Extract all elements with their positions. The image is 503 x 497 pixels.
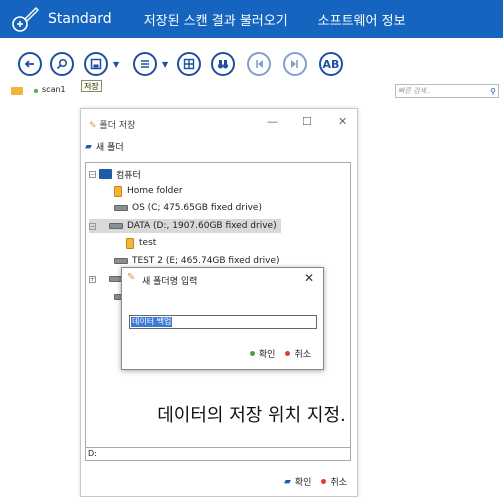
tree-item-test[interactable]: test [126,236,156,250]
quick-search-input[interactable]: 빠른 검색.. ⚲ [395,84,499,98]
location-text: scan1 [42,85,66,94]
app-logo-icon: ✎ [89,121,97,131]
grid-icon [183,58,195,70]
save-icon [90,58,102,70]
dialog-title: ✎ 폴더 저장 [89,118,135,131]
list-menu-chevron-icon[interactable]: ▼ [162,60,168,69]
location-bar: scan1 빠른 검색.. ⚲ [0,84,503,98]
ok-button[interactable]: 확인 [259,347,276,360]
dialog-buttons: 확인 취소 [249,347,311,360]
tree-item-os[interactable]: OS (C; 475.65GB fixed drive) [114,201,262,215]
menu-bar: Standard 저장된 스캔 결과 불러오기 소프트웨어 정보 [0,0,503,38]
dialog-title-text: 폴더 저장 [99,121,136,131]
tree-item-test2[interactable]: TEST 2 (E; 465.74GB fixed drive) [114,254,280,268]
previous-icon [256,60,263,68]
tree-item-label: TEST 2 (E; 465.74GB fixed drive) [132,256,280,266]
binoculars-icon [218,60,228,69]
list-button[interactable] [133,52,157,76]
maximize-icon[interactable]: ☐ [302,115,312,128]
tree-item-data[interactable]: − DATA (D:, 1907.60GB fixed drive) [89,219,281,233]
collapse-icon[interactable]: − [89,170,96,178]
app-window: Standard 저장된 스캔 결과 불러오기 소프트웨어 정보 ▼ ▼ AB … [0,0,503,497]
confirm-folder-icon: ▰ [283,476,291,487]
cancel-dot-icon [321,479,327,484]
new-folder-icon: ▰ [85,141,92,152]
menu-software-info[interactable]: 소프트웨어 정보 [318,10,406,29]
quick-search-placeholder: 빠른 검색.. [398,87,431,95]
dialog-footer: ▰ 확인 취소 [283,475,347,489]
search-button[interactable] [50,52,74,76]
tree-item-computer[interactable]: − 컴퓨터 [89,167,141,181]
caption-text: 데이터의 저장 위치 지정. [157,405,346,426]
tree-item-label: test [139,238,157,248]
computer-icon [99,169,112,179]
new-folder-label: 새 폴더 [95,143,124,153]
dialog-title: 새 폴더명 입력 [142,277,198,287]
app-name[interactable]: Standard [48,11,112,27]
save-button[interactable] [84,52,108,76]
cancel-button[interactable]: 취소 [294,347,311,360]
folder-icon [114,185,122,197]
folder-icon [126,237,134,249]
app-logo-icon [10,4,40,34]
folder-name-input[interactable]: 데이터 백업 [129,315,317,329]
collapse-icon[interactable]: − [89,222,96,230]
list-icon [141,60,149,68]
find-button[interactable] [211,52,235,76]
tree-item-label: DATA (D:, 1907.60GB fixed drive) [127,221,277,231]
ok-dot-icon [249,351,255,356]
minimize-icon[interactable]: — [267,115,278,128]
cancel-button[interactable]: 취소 [330,475,347,488]
toolbar: ▼ ▼ AB [0,52,503,78]
back-button[interactable] [18,52,42,76]
drive-icon [114,258,128,264]
tree-item-home[interactable]: Home folder [114,184,183,198]
next-icon [291,60,298,68]
drive-icon [114,205,128,211]
arrow-left-icon [24,60,34,68]
close-icon[interactable]: ✕ [338,115,347,128]
new-folder-button[interactable]: ▰ 새 폴더 [85,140,124,154]
close-icon[interactable]: ✕ [304,271,314,285]
grid-view-button[interactable] [177,52,201,76]
status-dot-icon [34,89,38,93]
search-icon [56,58,68,70]
next-button[interactable] [283,52,307,76]
ok-button[interactable]: 확인 [295,475,312,488]
selected-path-field[interactable]: D: [85,447,351,461]
previous-button[interactable] [247,52,271,76]
folder-icon [11,87,23,95]
search-icon[interactable]: ⚲ [490,86,496,98]
drive-icon [109,223,123,229]
tree-item-label: Home folder [127,186,183,196]
app-logo-icon: ✎ [127,272,136,283]
tree-item-label: OS (C; 475.65GB fixed drive) [132,203,262,213]
new-folder-name-dialog: ✎ 새 폴더명 입력 ✕ 데이터 백업 확인 취소 [121,267,324,370]
tree-item-label: 컴퓨터 [116,170,141,181]
expand-icon[interactable]: + [89,275,96,283]
cancel-dot-icon [285,351,291,356]
save-menu-chevron-icon[interactable]: ▼ [113,60,119,69]
ab-compare-button[interactable]: AB [319,52,343,76]
menu-load-saved-scan[interactable]: 저장된 스캔 결과 불러오기 [144,10,288,29]
ab-label: AB [322,57,340,71]
folder-name-value: 데이터 백업 [131,317,173,327]
